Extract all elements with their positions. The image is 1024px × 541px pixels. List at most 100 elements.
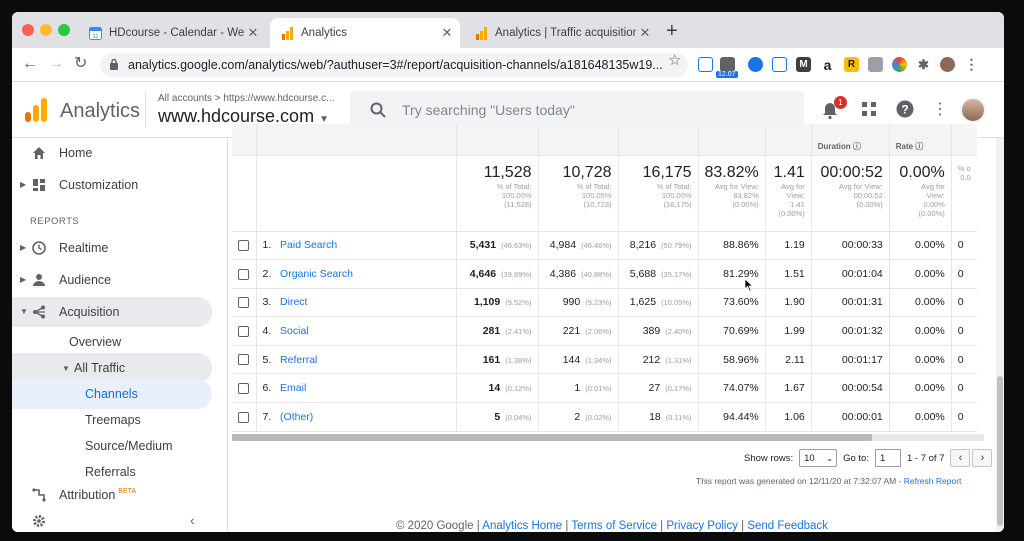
extension-icon-4[interactable] bbox=[772, 57, 787, 72]
back-arrow-icon[interactable]: ← bbox=[22, 56, 38, 72]
sidebar-item-label: Attribution bbox=[59, 488, 116, 502]
minimize-window-button[interactable] bbox=[40, 24, 52, 36]
session-duration-value: 00:01:32 bbox=[811, 316, 890, 346]
sidebar-item-realtime[interactable]: ▶ Realtime bbox=[12, 233, 212, 263]
horizontal-scrollbar[interactable] bbox=[232, 434, 984, 441]
vertical-scrollbar[interactable] bbox=[996, 138, 1004, 532]
row-checkbox[interactable] bbox=[238, 297, 249, 309]
total-value: 83.82% bbox=[704, 163, 759, 181]
row-checkbox[interactable] bbox=[238, 240, 249, 252]
row-checkbox[interactable] bbox=[238, 354, 249, 366]
row-checkbox[interactable] bbox=[238, 411, 249, 423]
column-header[interactable]: Duration bbox=[818, 142, 851, 151]
row-checkbox[interactable] bbox=[238, 325, 249, 337]
total-sub: 100.00% bbox=[501, 190, 532, 200]
sidebar-item-label: Acquisition bbox=[59, 305, 120, 319]
channel-link[interactable]: Email bbox=[280, 382, 306, 394]
analytics-logo-icon[interactable] bbox=[24, 98, 48, 127]
sidebar-item-audience[interactable]: ▶ Audience bbox=[12, 265, 212, 295]
user-avatar[interactable] bbox=[960, 97, 986, 123]
extension-icon-1[interactable] bbox=[698, 57, 713, 72]
channel-link[interactable]: Paid Search bbox=[280, 239, 337, 251]
reports-section-label: REPORTS bbox=[30, 216, 80, 227]
column-header[interactable]: Rate bbox=[896, 142, 913, 151]
help-icon[interactable]: ? bbox=[896, 100, 914, 123]
puzzle-icon[interactable]: ✱ bbox=[916, 57, 931, 72]
maximize-window-button[interactable] bbox=[58, 24, 70, 36]
color-picker-icon[interactable] bbox=[892, 57, 907, 72]
users-value: 5 bbox=[494, 410, 501, 423]
channel-link[interactable]: (Other) bbox=[280, 411, 313, 423]
terms-link[interactable]: Terms of Service bbox=[571, 520, 657, 532]
sessions-pct: (0.11%) bbox=[665, 412, 692, 422]
sessions-value: 5,688 bbox=[629, 267, 657, 280]
session-duration-value: 00:00:54 bbox=[811, 373, 890, 404]
tab-calendar[interactable]: 11 HDcourse - Calendar - Week o ✕ bbox=[78, 18, 266, 48]
feedback-link[interactable]: Send Feedback bbox=[747, 520, 828, 532]
total-sub: % of Total: bbox=[576, 181, 612, 191]
tab-traffic-acquisition[interactable]: Analytics | Traffic acquisition: T ✕ bbox=[464, 18, 658, 48]
more-vert-icon[interactable]: ⋮ bbox=[932, 99, 948, 119]
extension-icon-r[interactable]: R bbox=[844, 57, 859, 72]
row-checkbox[interactable] bbox=[238, 268, 249, 280]
next-page-button[interactable]: › bbox=[972, 449, 993, 467]
bounce-rate-value: 88.86% bbox=[698, 231, 766, 261]
reload-icon[interactable]: ↻ bbox=[74, 56, 87, 72]
sidebar-item-label: Realtime bbox=[59, 241, 109, 255]
total-sub: 100.05% bbox=[581, 190, 612, 200]
row-number: 3. bbox=[262, 296, 272, 309]
table-header-row: Duration ⓘ Rate ⓘ bbox=[232, 124, 977, 156]
row-number: 2. bbox=[262, 267, 272, 280]
goto-page-input[interactable]: 1 bbox=[874, 449, 901, 467]
address-bar[interactable]: analytics.google.com/analytics/web/?auth… bbox=[100, 53, 688, 77]
extension-icon-3[interactable] bbox=[748, 57, 763, 72]
url-text: analytics.google.com/analytics/web/?auth… bbox=[128, 58, 663, 72]
browser-menu-icon[interactable]: ⋮ bbox=[964, 56, 979, 72]
apps-grid-icon[interactable] bbox=[862, 102, 876, 121]
lock-icon bbox=[109, 58, 119, 74]
goal-value: 0 bbox=[951, 231, 977, 261]
new-users-pct: (0.01%) bbox=[585, 384, 612, 394]
extension-icon-6[interactable] bbox=[868, 57, 883, 72]
settings-gear-icon[interactable] bbox=[32, 514, 46, 532]
row-checkbox[interactable] bbox=[238, 382, 249, 394]
channel-link[interactable]: Direct bbox=[280, 296, 307, 308]
new-users-pct: (46.46%) bbox=[581, 241, 612, 251]
amazon-icon[interactable]: a bbox=[820, 57, 835, 73]
privacy-link[interactable]: Privacy Policy bbox=[666, 520, 738, 532]
refresh-report-link[interactable]: Refresh Report bbox=[904, 476, 962, 486]
prev-page-button[interactable]: ‹ bbox=[950, 449, 971, 467]
close-tab-icon[interactable]: ✕ bbox=[438, 25, 456, 41]
bookmark-star-icon[interactable]: ☆ bbox=[668, 51, 681, 69]
extension-icon-5[interactable]: M bbox=[796, 57, 811, 72]
forward-arrow-icon[interactable]: → bbox=[48, 56, 64, 72]
show-rows-select[interactable]: 10 ⌄ bbox=[799, 449, 838, 467]
new-tab-button[interactable]: + bbox=[666, 20, 678, 43]
close-window-button[interactable] bbox=[22, 24, 34, 36]
sidebar-item-attribution[interactable]: Attribution BETA bbox=[12, 480, 212, 510]
extension-icon-2[interactable] bbox=[720, 57, 735, 72]
tab-analytics[interactable]: Analytics ✕ bbox=[270, 18, 460, 48]
scrollbar-thumb[interactable] bbox=[997, 376, 1003, 526]
row-number: 5. bbox=[262, 353, 272, 366]
sidebar-item-customization[interactable]: ▶ Customization bbox=[12, 170, 212, 200]
sidebar-item-label: Referrals bbox=[85, 465, 136, 479]
channel-link[interactable]: Referral bbox=[280, 354, 317, 366]
collapse-sidebar-icon[interactable]: ‹ bbox=[190, 512, 195, 528]
tab-title: Analytics bbox=[301, 27, 348, 39]
profile-avatar[interactable] bbox=[940, 57, 955, 72]
new-users-pct: (9.23%) bbox=[585, 298, 612, 308]
close-tab-icon[interactable]: ✕ bbox=[244, 25, 262, 41]
sidebar-item-acquisition[interactable]: ▼ Acquisition bbox=[12, 297, 212, 327]
sidebar-item-home[interactable]: Home bbox=[12, 138, 212, 168]
channel-link[interactable]: Social bbox=[280, 325, 309, 337]
analytics-home-link[interactable]: Analytics Home bbox=[482, 520, 562, 532]
account-breadcrumb[interactable]: All accounts > https://www.hdcourse.c... bbox=[158, 93, 334, 104]
close-tab-icon[interactable]: ✕ bbox=[636, 25, 654, 41]
channel-link[interactable]: Organic Search bbox=[280, 268, 353, 280]
scrollbar-thumb[interactable] bbox=[232, 434, 872, 441]
users-value: 161 bbox=[482, 353, 501, 366]
sessions-value: 8,216 bbox=[629, 239, 657, 252]
totals-row: 11,528% of Total: 100.00% (11,528) 10,728%… bbox=[232, 155, 977, 232]
table-row: 1. Paid Search 5,431 (46.63%) 4,984 (46.46%)… bbox=[232, 231, 977, 261]
